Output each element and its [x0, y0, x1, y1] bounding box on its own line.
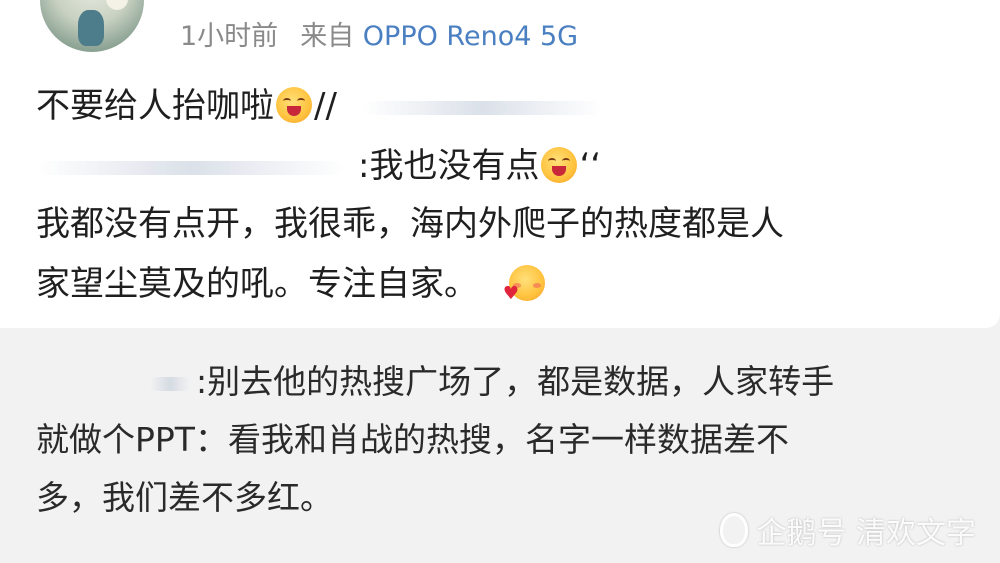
kiss-emoji-icon [541, 147, 578, 183]
redacted-username [361, 100, 602, 115]
device-link[interactable]: OPPO Reno4 5G [363, 21, 578, 52]
vase-shape [78, 10, 104, 46]
shy-heart-emoji-icon: ♥ [503, 265, 545, 303]
comment-text: :我也没有点 [358, 146, 540, 186]
penguin-icon [720, 513, 749, 547]
post-time: 1小时前 [180, 21, 279, 52]
reply-line-2: 就做个PPT：看我和肖战的热搜，名字一样数据差不 [36, 420, 789, 460]
reply-text: :别去他的热搜广场了，都是数据，人家转手 [196, 362, 835, 401]
comment-text: 我都没有点开，我很乖，海内外爬子的热度都是人 [36, 204, 784, 244]
avatar[interactable] [40, 0, 144, 52]
comment-suffix: ‘‘ [579, 146, 602, 186]
comment-text: 家望尘莫及的吼。专注自家。 [36, 264, 478, 304]
watermark: 企鹅号 清欢文字 [720, 508, 976, 552]
comment-line-3: 我都没有点开，我很乖，海内外爬子的热度都是人 [36, 204, 784, 244]
flower-shape [106, 0, 128, 10]
redacted-username [36, 160, 346, 175]
redacted-username [150, 376, 190, 391]
kiss-emoji-icon [276, 87, 312, 123]
reply-text: 多，我们差不多红。 [36, 478, 333, 517]
reply-text: 就做个PPT：看我和肖战的热搜，名字一样数据差不 [36, 420, 789, 459]
source-label: 来自 [300, 21, 355, 52]
comment-suffix: // [314, 86, 337, 126]
reply-line-3: 多，我们差不多红。 [36, 478, 333, 518]
comment-line-1: 不要给人抬咖啦 // [36, 86, 602, 126]
comment-line-2: :我也没有点 ‘‘ [36, 146, 601, 186]
post-meta: 1小时前 来自 OPPO Reno4 5G [180, 14, 578, 53]
comment-text: 不要给人抬咖啦 [36, 86, 274, 126]
watermark-text: 企鹅号 清欢文字 [756, 516, 976, 551]
reply-line-1: :别去他的热搜广场了，都是数据，人家转手 [150, 362, 834, 402]
weibo-comment-card: 1小时前 来自 OPPO Reno4 5G 不要给人抬咖啦// :我也没有点 ‘‘ … [0, 0, 1000, 328]
comment-line-4: 家望尘莫及的吼。专注自家。 ♥ [36, 264, 547, 304]
